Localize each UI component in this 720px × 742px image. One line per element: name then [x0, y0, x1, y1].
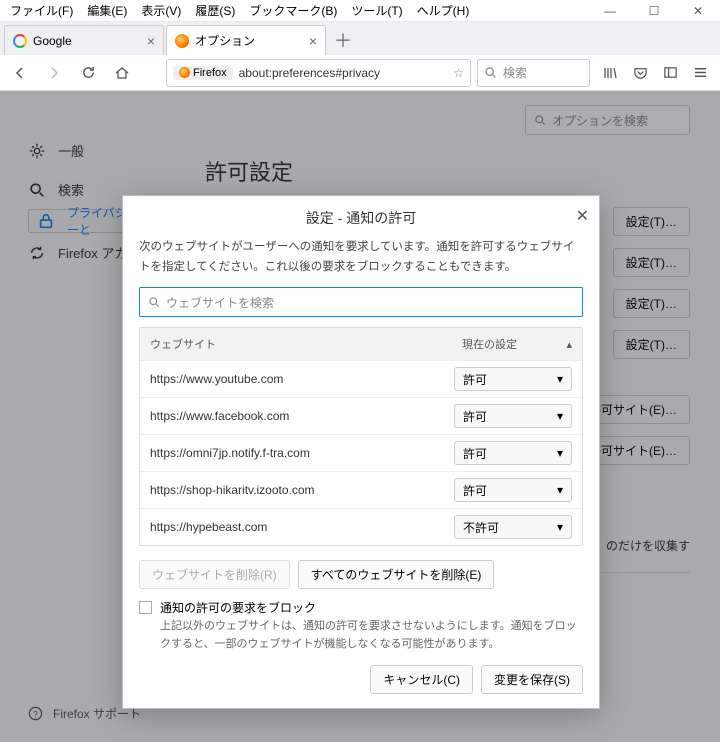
col-website[interactable]: ウェブサイト: [140, 328, 452, 360]
chevron-down-icon: ▾: [557, 483, 563, 497]
dialog-title: 設定 - 通知の許可: [306, 210, 416, 226]
site-url: https://www.facebook.com: [150, 409, 454, 423]
tab-label: オプション: [195, 32, 255, 49]
cancel-button[interactable]: キャンセル(C): [370, 665, 473, 694]
permission-select[interactable]: 許可▾: [454, 367, 572, 391]
tab-close-icon[interactable]: ×: [309, 33, 317, 49]
search-icon: [148, 296, 160, 308]
permission-select[interactable]: 許可▾: [454, 478, 572, 502]
bookmark-star-icon[interactable]: ☆: [453, 66, 464, 80]
site-url: https://shop-hikaritv.izooto.com: [150, 483, 454, 497]
tab-google[interactable]: Google ×: [4, 25, 164, 55]
menu-edit[interactable]: 編集(E): [81, 0, 133, 21]
table-row[interactable]: https://shop-hikaritv.izooto.com 許可▾: [140, 471, 582, 508]
tab-options[interactable]: オプション ×: [166, 25, 326, 55]
checkbox-box[interactable]: [139, 601, 152, 614]
url-text: about:preferences#privacy: [239, 66, 448, 80]
site-url: https://www.youtube.com: [150, 372, 454, 386]
remove-site-button[interactable]: ウェブサイトを削除(R): [139, 560, 290, 589]
firefox-icon: [175, 34, 189, 48]
identity-tag: Firefox: [173, 66, 233, 80]
permissions-table: ウェブサイト 現在の設定▴ https://www.youtube.com 許可…: [139, 327, 583, 546]
nav-toolbar: Firefox about:preferences#privacy ☆ 検索: [0, 55, 720, 91]
block-requests-hint: 上記以外のウェブサイトは、通知の許可を要求させないようにします。通知をブロックす…: [160, 618, 583, 653]
menu-file[interactable]: ファイル(F): [4, 0, 79, 21]
dialog-title-bar: 設定 - 通知の許可 ✕: [123, 196, 599, 238]
url-bar[interactable]: Firefox about:preferences#privacy ☆: [166, 59, 471, 87]
table-row[interactable]: https://omni7jp.notify.f-tra.com 許可▾: [140, 434, 582, 471]
minimize-button[interactable]: —: [588, 0, 632, 22]
block-requests-checkbox[interactable]: 通知の許可の要求をブロック: [139, 599, 583, 616]
table-row[interactable]: https://hypebeast.com 不許可▾: [140, 508, 582, 545]
menu-view[interactable]: 表示(V): [135, 0, 187, 21]
dialog-close-button[interactable]: ✕: [576, 206, 589, 226]
chevron-down-icon: ▾: [557, 409, 563, 423]
new-tab-button[interactable]: ＋: [328, 25, 358, 55]
menu-icon[interactable]: [686, 59, 714, 87]
table-row[interactable]: https://www.facebook.com 許可▾: [140, 397, 582, 434]
permission-select[interactable]: 許可▾: [454, 404, 572, 428]
remove-all-sites-button[interactable]: すべてのウェブサイトを削除(E): [298, 560, 495, 589]
sort-icon: ▴: [566, 338, 572, 351]
permission-select[interactable]: 許可▾: [454, 441, 572, 465]
back-button[interactable]: [6, 59, 34, 87]
save-button[interactable]: 変更を保存(S): [481, 665, 583, 694]
close-button[interactable]: ✕: [676, 0, 720, 22]
col-status[interactable]: 現在の設定▴: [452, 328, 582, 360]
notification-permissions-dialog: 設定 - 通知の許可 ✕ 次のウェブサイトがユーザーへの通知を要求しています。通…: [122, 195, 600, 709]
maximize-button[interactable]: ☐: [632, 0, 676, 22]
menu-help[interactable]: ヘルプ(H): [411, 0, 476, 21]
tab-label: Google: [33, 34, 72, 48]
dialog-description: 次のウェブサイトがユーザーへの通知を要求しています。通知を許可するウェブサイトを…: [139, 238, 583, 277]
chevron-down-icon: ▾: [557, 446, 563, 460]
table-header: ウェブサイト 現在の設定▴: [140, 328, 582, 360]
forward-button[interactable]: [40, 59, 68, 87]
pocket-icon[interactable]: [626, 59, 654, 87]
window-controls: — ☐ ✕: [588, 0, 720, 22]
google-icon: [13, 34, 27, 48]
menu-bookmarks[interactable]: ブックマーク(B): [243, 0, 343, 21]
toolbar-icons: [596, 59, 714, 87]
chevron-down-icon: ▾: [557, 372, 563, 386]
search-icon: [484, 66, 497, 79]
tab-strip: Google × オプション × ＋: [0, 22, 720, 55]
sidebar-icon[interactable]: [656, 59, 684, 87]
permission-select[interactable]: 不許可▾: [454, 515, 572, 539]
chevron-down-icon: ▾: [557, 520, 563, 534]
site-url: https://omni7jp.notify.f-tra.com: [150, 446, 454, 460]
dialog-search-input[interactable]: ウェブサイトを検索: [139, 287, 583, 317]
reload-button[interactable]: [74, 59, 102, 87]
library-icon[interactable]: [596, 59, 624, 87]
search-bar[interactable]: 検索: [477, 59, 590, 87]
table-row[interactable]: https://www.youtube.com 許可▾: [140, 360, 582, 397]
home-button[interactable]: [108, 59, 136, 87]
site-url: https://hypebeast.com: [150, 520, 454, 534]
tab-close-icon[interactable]: ×: [147, 33, 155, 49]
search-placeholder: 検索: [503, 64, 527, 81]
menu-history[interactable]: 履歴(S): [189, 0, 241, 21]
menu-tools[interactable]: ツール(T): [345, 0, 408, 21]
